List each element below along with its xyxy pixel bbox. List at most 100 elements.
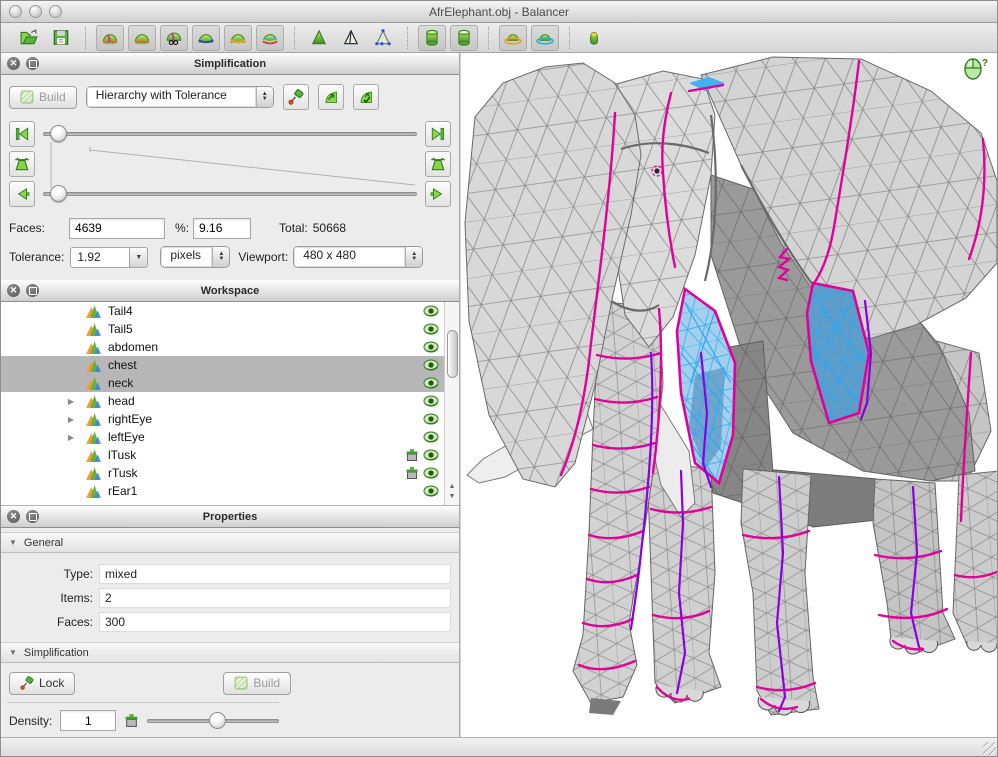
list-item[interactable]: Tail4 — [1, 302, 459, 320]
cone-wireframe-tool-button[interactable] — [337, 25, 365, 51]
clamp-icon[interactable] — [405, 448, 419, 462]
cone-points-tool-button[interactable] — [369, 25, 397, 51]
disclosure-triangle-icon[interactable]: ▶ — [65, 433, 77, 442]
percent-input[interactable] — [193, 218, 251, 239]
tolerance-combo[interactable]: 1.92 ▼ — [70, 247, 148, 268]
list-item[interactable]: abdomen — [1, 338, 459, 356]
combo-arrow-icon[interactable]: ▼ — [129, 248, 147, 267]
list-item[interactable]: Tail5 — [1, 320, 459, 338]
build-button[interactable]: Build — [223, 672, 291, 695]
slider-thumb[interactable] — [209, 712, 226, 729]
save-button[interactable] — [47, 25, 75, 51]
open-file-button[interactable] — [15, 25, 43, 51]
items-label: Items: — [1, 591, 99, 605]
faces-input[interactable] — [69, 218, 165, 239]
clamp-icon[interactable] — [405, 466, 419, 480]
faces-slider[interactable] — [43, 124, 417, 144]
close-panel-icon[interactable]: ✕ — [7, 510, 20, 523]
dome-band-blue-tool-button[interactable] — [192, 25, 220, 51]
dome-ring-orange-tool-button[interactable] — [499, 25, 527, 51]
section-collapse-icon[interactable]: ▼ — [9, 648, 17, 657]
mouse-help-icon[interactable]: ? — [963, 58, 989, 80]
dome-band-orange-tool-button[interactable] — [224, 25, 252, 51]
collapse-left-button[interactable] — [9, 151, 35, 177]
dome-seam-hidden-tool-button[interactable] — [160, 25, 188, 51]
workspace-scrollbar[interactable]: ▲▼ — [444, 302, 459, 505]
eye-icon[interactable] — [423, 449, 439, 461]
section-collapse-icon[interactable]: ▼ — [9, 538, 17, 547]
viewport-size-dropdown[interactable]: 480 x 480 ▲▼ — [293, 246, 423, 268]
eye-icon[interactable] — [423, 467, 439, 479]
density-input[interactable] — [60, 710, 116, 731]
list-item[interactable]: rTusk — [1, 464, 459, 482]
close-panel-icon[interactable]: ✕ — [7, 284, 20, 297]
algorithm-dropdown[interactable]: Hierarchy with Tolerance ▲▼ — [86, 86, 274, 108]
disclosure-triangle-icon[interactable]: ▶ — [65, 397, 77, 406]
cylinder-a-tool-button[interactable] — [418, 25, 446, 51]
cylinder-open-icon — [455, 29, 473, 46]
simplification-panel-header: ✕ Simplification — [1, 53, 459, 75]
zoom-window-button[interactable] — [49, 5, 62, 18]
list-item-selected[interactable]: neck — [1, 374, 459, 392]
lock-button[interactable]: Lock — [9, 672, 75, 695]
pin-tool-button[interactable] — [283, 84, 309, 110]
dome-ring-cyan-tool-button[interactable] — [531, 25, 559, 51]
eye-icon[interactable] — [423, 305, 439, 317]
skip-to-start-button[interactable] — [9, 121, 35, 147]
mesh-icon — [85, 322, 102, 337]
eye-icon[interactable] — [423, 395, 439, 407]
title-bar[interactable]: AfrElephant.obj - Balancer — [1, 1, 997, 23]
eye-icon[interactable] — [423, 323, 439, 335]
trapezoid-icon — [14, 156, 30, 172]
minimize-window-button[interactable] — [29, 5, 42, 18]
list-item[interactable]: ▶head — [1, 392, 459, 410]
slider-track[interactable] — [43, 192, 417, 196]
list-item[interactable]: lTusk — [1, 446, 459, 464]
collapse-panel-icon[interactable] — [26, 510, 39, 523]
slider-thumb[interactable] — [50, 185, 67, 202]
collapse-panel-icon[interactable] — [26, 57, 39, 70]
cone-solid-tool-button[interactable] — [305, 25, 333, 51]
eye-icon[interactable] — [423, 413, 439, 425]
step-back-button[interactable] — [9, 181, 35, 207]
collapse-right-button[interactable] — [425, 151, 451, 177]
scroll-down-icon[interactable]: ▼ — [449, 493, 456, 500]
step-forward-button[interactable] — [425, 181, 451, 207]
slider-thumb[interactable] — [50, 125, 67, 142]
slider-track[interactable] — [43, 132, 417, 136]
disclosure-triangle-icon[interactable]: ▶ — [65, 415, 77, 424]
capsule-tool-button[interactable] — [580, 25, 608, 51]
resize-grip-icon[interactable] — [983, 742, 996, 755]
viewport-3d[interactable]: ? — [461, 53, 997, 737]
list-item[interactable]: ▶rightEye — [1, 410, 459, 428]
build-icon — [234, 676, 248, 690]
units-dropdown[interactable]: pixels ▲▼ — [160, 246, 230, 268]
scroll-up-icon[interactable]: ▲ — [449, 483, 456, 490]
eye-icon[interactable] — [423, 431, 439, 443]
list-item-selected[interactable]: chest — [1, 356, 459, 374]
collapse-panel-icon[interactable] — [26, 284, 39, 297]
close-panel-icon[interactable]: ✕ — [7, 57, 20, 70]
eye-icon[interactable] — [423, 359, 439, 371]
general-section-bar[interactable]: ▼ General — [1, 532, 459, 553]
dome-band-rainbow-tool-button[interactable] — [256, 25, 284, 51]
build-button[interactable]: Build — [9, 86, 77, 109]
density-slider[interactable] — [147, 711, 279, 731]
dome-plain-tool-button[interactable] — [128, 25, 156, 51]
skip-to-end-button[interactable] — [425, 121, 451, 147]
viewport-canvas[interactable] — [461, 53, 997, 737]
simplification-section-bar[interactable]: ▼ Simplification — [1, 642, 459, 663]
flag-check-tool-button[interactable] — [353, 84, 379, 110]
scrollbar-thumb[interactable] — [447, 330, 458, 378]
eye-icon[interactable] — [423, 377, 439, 389]
flag-tool-button[interactable] — [318, 84, 344, 110]
eye-icon[interactable] — [423, 485, 439, 497]
dome-seam-tool-button[interactable] — [96, 25, 124, 51]
list-item[interactable]: rEar1 — [1, 482, 459, 500]
svg-text:?: ? — [982, 58, 988, 69]
list-item[interactable]: ▶leftEye — [1, 428, 459, 446]
cylinder-b-tool-button[interactable] — [450, 25, 478, 51]
eye-icon[interactable] — [423, 341, 439, 353]
close-window-button[interactable] — [9, 5, 22, 18]
detail-slider[interactable] — [43, 184, 417, 204]
